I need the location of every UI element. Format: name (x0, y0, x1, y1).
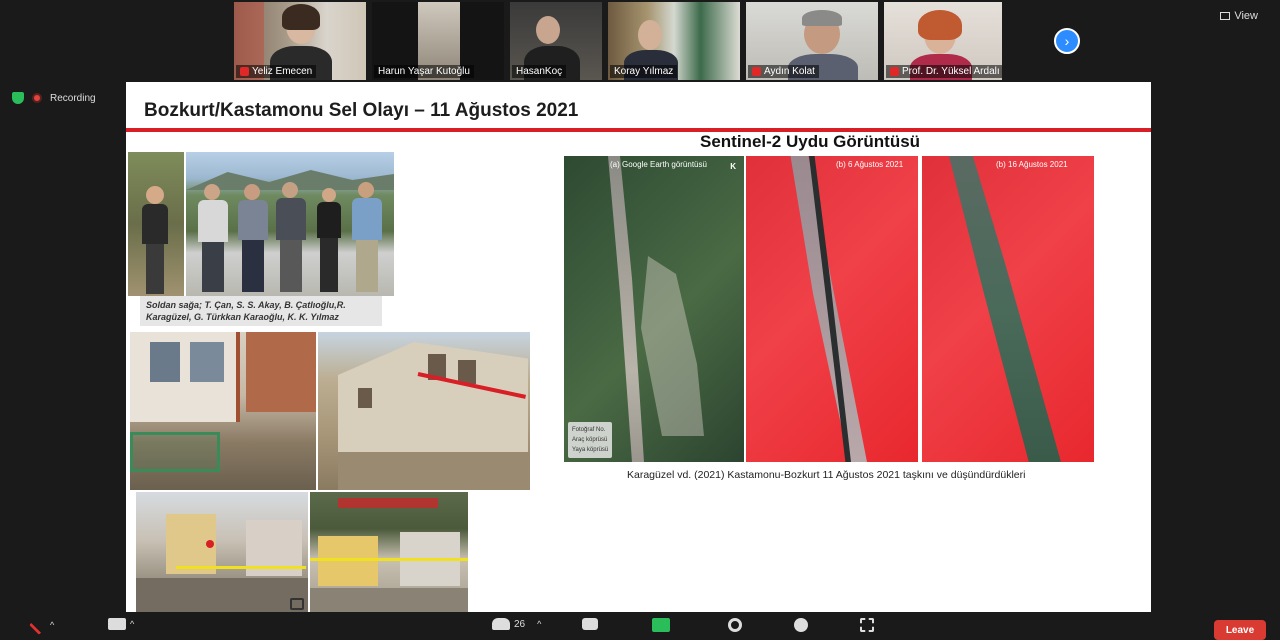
chevron-up-icon[interactable]: ^ (50, 620, 54, 630)
participant-name: HasanKoç (512, 65, 567, 78)
satellite-google-earth: (a) Google Earth görüntüsü K Fotoğraf No… (564, 156, 744, 462)
recording-indicator: Recording (12, 92, 96, 104)
shared-screen-slide: Bozkurt/Kastamonu Sel Olayı – 11 Ağustos… (126, 82, 1151, 614)
security-shield-icon (12, 92, 24, 104)
participant-tile[interactable]: Harun Yaşar Kutoğlu (372, 2, 504, 80)
chat-icon (582, 618, 598, 630)
participant-tile[interactable]: Koray Yılmaz (608, 2, 740, 80)
damage-photo-house (318, 332, 530, 490)
participant-name: Koray Yılmaz (610, 65, 678, 78)
apps-icon (860, 618, 874, 632)
damage-photo-building (130, 332, 316, 490)
mic-off-icon (29, 615, 49, 635)
satellite-6-august: (b) 6 Ağustos 2021 (746, 156, 918, 462)
apps-button[interactable] (860, 618, 874, 632)
participant-tile[interactable]: Yeliz Emecen (234, 2, 366, 80)
chevron-up-icon[interactable]: ^ (130, 619, 134, 629)
participants-icon (492, 618, 510, 630)
next-page-button[interactable]: › (1054, 28, 1080, 54)
satellite-caption: Karagüzel vd. (2021) Kastamonu-Bozkurt 1… (627, 469, 1026, 481)
participant-tile[interactable]: Aydın Kolat (746, 2, 878, 80)
participant-tile[interactable]: HasanKoç (510, 2, 602, 80)
share-screen-icon (652, 618, 670, 632)
reactions-button[interactable] (794, 618, 808, 632)
record-icon (32, 93, 42, 103)
participant-tile[interactable]: Prof. Dr. Yüksel Ardalı (884, 2, 1002, 80)
mic-muted-icon (890, 67, 899, 76)
zoom-meeting-window: Yeliz Emecen Harun Yaşar Kutoğlu HasanKo… (0, 0, 1280, 640)
mute-button[interactable]: ^ (29, 615, 54, 635)
leave-button[interactable]: Leave (1214, 620, 1266, 640)
chevron-up-icon[interactable]: ^ (537, 619, 541, 629)
record-button[interactable] (728, 618, 742, 632)
meeting-toolbar: ^ ^ 26 ^ Leave (0, 612, 1280, 640)
mic-muted-icon (240, 67, 249, 76)
flood-height-photo-1 (136, 492, 308, 614)
record-icon (728, 618, 742, 632)
participant-name: Prof. Dr. Yüksel Ardalı (886, 65, 1002, 78)
share-screen-button[interactable] (652, 618, 670, 632)
photo-caption: Soldan sağa; T. Çan, S. S. Akay, B. Çatl… (140, 296, 382, 326)
participant-name: Yeliz Emecen (236, 65, 317, 78)
view-grid-icon (1220, 12, 1231, 20)
reaction-icon (794, 618, 808, 632)
team-photo-group (186, 152, 394, 296)
slide-title: Bozkurt/Kastamonu Sel Olayı – 11 Ağustos… (144, 100, 579, 121)
team-photo-left (128, 152, 184, 296)
participant-name: Harun Yaşar Kutoğlu (374, 65, 474, 78)
map-legend: Fotoğraf No. Araç köprüsü Yaya köprüsü (568, 422, 613, 458)
sentinel-title: Sentinel-2 Uydu Görüntüsü (700, 132, 921, 151)
chevron-right-icon: › (1064, 33, 1070, 49)
view-button[interactable]: View (1220, 10, 1258, 22)
title-divider (126, 128, 1151, 132)
participant-name: Aydın Kolat (748, 65, 819, 78)
satellite-16-august: (b) 16 Ağustos 2021 (922, 156, 1094, 462)
participants-button[interactable]: 26 ^ (492, 618, 541, 630)
flood-height-photo-2 (310, 492, 468, 614)
video-button[interactable]: ^ (108, 618, 134, 630)
participant-strip: Yeliz Emecen Harun Yaşar Kutoğlu HasanKo… (234, 2, 1002, 80)
chat-button[interactable] (582, 618, 598, 630)
mic-muted-icon (752, 67, 761, 76)
camera-icon (108, 618, 126, 630)
